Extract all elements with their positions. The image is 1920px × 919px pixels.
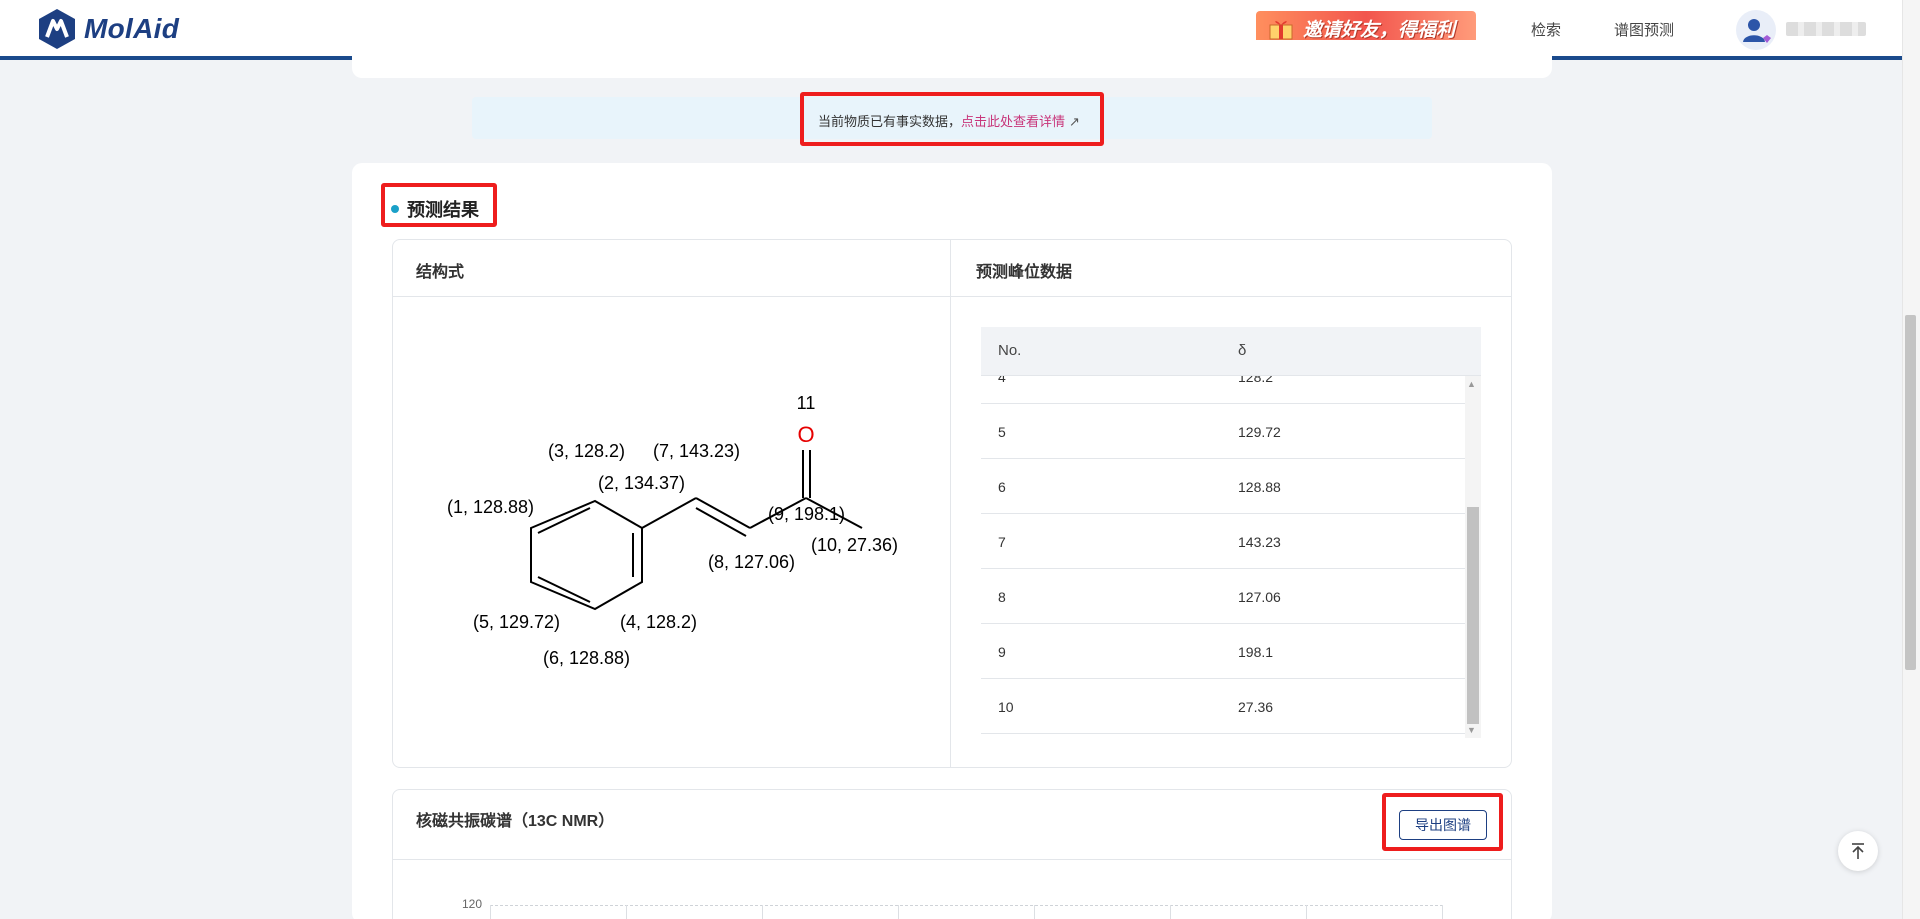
highlight-notice [800,92,1104,146]
row-shift: 198.1 [1238,644,1274,660]
nmr-title: 核磁共振碳谱（13C NMR） [416,813,615,830]
highlight-title [381,183,497,227]
chart-gridline-v [1034,905,1035,919]
atom-label-6: (6, 128.88) [543,648,630,668]
table-row: 9 198.1 [981,624,1465,679]
atom-label-10: (10, 27.36) [811,535,898,555]
chart-gridline-v [490,905,491,919]
atom-label-5: (5, 129.72) [473,612,560,632]
atom-label-7: (7, 143.23) [653,441,740,461]
atom-index-11: 11 [797,393,816,413]
y-tick-label: 120 [462,897,483,911]
chart-gridline-v [898,905,899,919]
row-shift: 27.36 [1238,699,1274,715]
logo-text: MolAid [84,13,180,44]
back-to-top-button[interactable] [1838,831,1878,871]
structure-header: 结构式 [416,264,465,281]
user-avatar-icon [1743,19,1771,43]
highlight-export [1382,793,1503,851]
table-row: 8 127.06 [981,569,1465,624]
chart-gridline-v [1170,905,1171,919]
molecule-structure: 11 O (3, 128.2) (7, 143.23) (2, 134.37) … [447,393,898,668]
row-shift: 143.23 [1238,534,1281,550]
back-to-top-icon [1852,843,1864,859]
page-scrollbar-thumb[interactable] [1905,315,1916,670]
chart-gridline-v [762,905,763,919]
nav-spectrum-prediction[interactable]: 谱图预测 [1614,19,1674,40]
column-no-sticky: No. [998,342,1022,359]
atom-label-9: (9, 198.1) [768,504,845,524]
atom-label-4: (4, 128.2) [620,612,697,632]
scroll-up-icon[interactable]: ▲ [1467,379,1476,389]
row-shift: 127.06 [1238,589,1281,605]
row-no: 7 [998,534,1006,550]
table-row: 7 143.23 [981,514,1465,569]
header-divider [393,296,1511,297]
benzene-ring [530,499,643,611]
column-shift-sticky: δ [1238,342,1247,359]
gift-icon [1269,21,1293,40]
peak-table-header-sticky: No. δ [981,327,1481,376]
atom-label-3: (3, 128.2) [548,441,625,461]
row-no: 10 [998,699,1014,715]
table-row: 6 128.88 [981,459,1465,514]
logo[interactable]: MolAid [38,8,179,50]
logo-icon [39,9,75,49]
user-avatar[interactable] [1736,10,1776,50]
chart-gridline-v [1306,905,1307,919]
row-shift: 128.88 [1238,479,1281,495]
row-no: 6 [998,479,1006,495]
row-shift: 129.72 [1238,424,1281,440]
atom-label-2: (2, 134.37) [598,473,685,493]
peak-table[interactable]: No. δ 4 128.2 No. δ 5 129.72 6 128.88 7 … [981,327,1481,738]
chart-gridline-v [626,905,627,919]
row-no: 5 [998,424,1006,440]
scroll-down-icon[interactable]: ▼ [1467,725,1476,735]
chart-gridline-v [1442,905,1443,919]
nmr-divider [393,859,1511,860]
column-divider [950,240,951,767]
row-no: 9 [998,644,1006,660]
table-row: 10 27.36 [981,679,1465,734]
username-masked [1786,22,1866,36]
promo-text: 邀请好友，得福利 [1302,20,1455,41]
atom-label-8: (8, 127.06) [708,552,795,572]
peaks-header: 预测峰位数据 [976,264,1073,281]
atom-label-1: (1, 128.88) [447,497,534,517]
table-row: 5 129.72 [981,404,1465,459]
row-no: 8 [998,589,1006,605]
previous-card [352,40,1552,78]
nav-search[interactable]: 检索 [1531,19,1561,40]
oxygen-atom: O [797,422,814,447]
table-scrollbar-thumb[interactable] [1467,507,1479,724]
chart-gridline [490,905,1443,906]
